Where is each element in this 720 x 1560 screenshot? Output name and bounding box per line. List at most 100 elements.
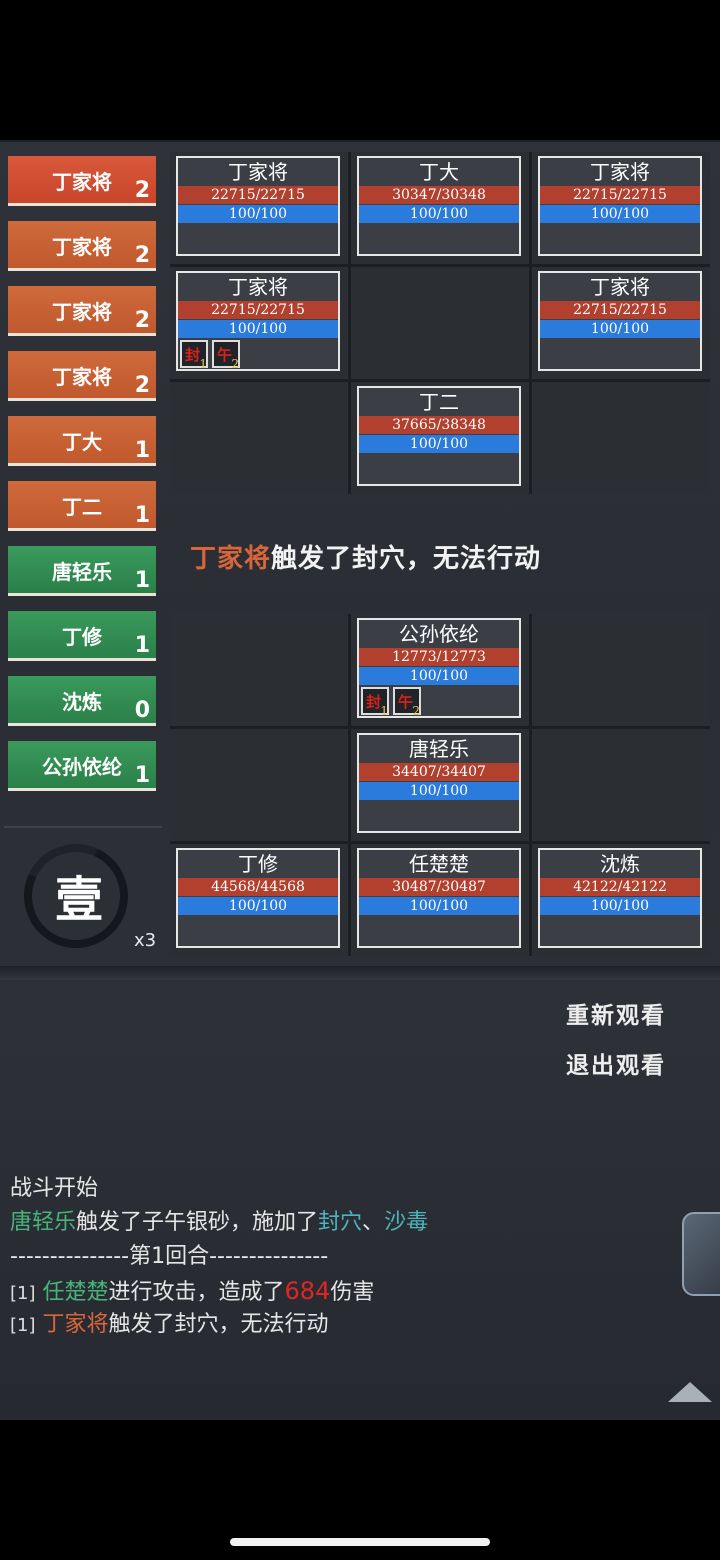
unit-card[interactable]: 丁家将 22715/22715 100/100 封 1 午 2 [176,271,340,371]
hp-bar: 42122/42122 [540,878,700,896]
unit-name: 沈炼 [600,852,640,876]
log-skill: 沙毒 [384,1210,429,1235]
grid-cell[interactable]: 丁家将 22715/22715 100/100 [532,152,710,264]
log-index: [1] [10,1315,36,1336]
grid-cell[interactable]: 丁二 37665/38348 100/100 [351,382,529,494]
unit-name: 丁家将 [590,275,650,299]
turn-order-item[interactable]: 丁家将 2 [8,221,156,271]
log-text: 、 [362,1210,385,1235]
turn-order-item[interactable]: 丁修 1 [8,611,156,661]
hp-bar: 22715/22715 [540,186,700,204]
turn-order-item[interactable]: 丁家将 2 [8,156,156,206]
status-effect-icon[interactable]: 午2 [212,340,240,371]
turn-order-item[interactable]: 公孙依纶 1 [8,741,156,791]
unit-card[interactable]: 丁家将 22715/22715 100/100 [538,271,702,371]
message-text: 触发了封穴，无法行动 [271,544,542,574]
turn-order-item[interactable]: 丁家将 2 [8,286,156,336]
unit-name: 公孙依纶 [399,622,479,646]
grid-cell[interactable]: 沈炼 42122/42122 100/100 [532,844,710,956]
hp-bar: 22715/22715 [178,301,338,319]
status-effect-icon[interactable]: 封1 [361,687,389,718]
grid-cell[interactable] [532,382,710,494]
unit-card[interactable]: 任楚楚 30487/30487 100/100 [357,848,521,948]
unit-card[interactable]: 丁二 37665/38348 100/100 [357,386,521,486]
grid-cell[interactable] [170,729,348,841]
unit-name: 丁家将 [590,160,650,184]
turn-order-count: 1 [134,503,150,528]
unit-name: 丁大 [419,160,459,184]
unit-card[interactable]: 丁大 30347/30348 100/100 [357,156,521,256]
grid-cell[interactable] [532,614,710,726]
hp-bar: 22715/22715 [178,186,338,204]
turn-order-count: 1 [134,568,150,593]
mp-bar: 100/100 [178,205,338,223]
replay-button[interactable]: 重新观看 [566,996,666,1030]
status-stack: 2 [412,704,420,718]
unit-name: 任楚楚 [409,852,469,876]
grid-cell[interactable]: 唐轻乐 34407/34407 100/100 [351,729,529,841]
mp-bar: 100/100 [540,897,700,915]
log-line: 战斗开始 [10,1176,99,1201]
turn-order-count: 2 [134,243,150,268]
battle-log: 战斗开始 唐轻乐触发了子午银砂，施加了封穴、沙毒 ---------------… [10,1172,700,1342]
status-effect-icon[interactable]: 午2 [393,687,421,718]
mp-bar: 100/100 [359,435,519,453]
hp-bar: 44568/44568 [178,878,338,896]
turn-order-item[interactable]: 丁二 1 [8,481,156,531]
grid-cell[interactable]: 丁大 30347/30348 100/100 [351,152,529,264]
log-line: [1] 任楚楚进行攻击，造成了684伤害 [10,1274,700,1308]
status-glyph: 午 [398,693,414,711]
speed-toggle[interactable]: x3 [134,930,156,951]
grid-cell[interactable]: 丁家将 22715/22715 100/100 [532,267,710,379]
turn-order-count: 0 [134,698,150,723]
battle-message: 丁家将触发了封穴，无法行动 [190,538,541,575]
grid-cell[interactable]: 公孙依纶 12773/12773 100/100 封 1 午 2 [351,614,529,726]
unit-card[interactable]: 丁修 44568/44568 100/100 [176,848,340,948]
turn-order-count: 1 [134,633,150,658]
grid-cell[interactable] [351,267,529,379]
unit-card[interactable]: 丁家将 22715/22715 100/100 [538,156,702,256]
panel-divider [0,966,720,980]
status-glyph: 午 [217,346,233,364]
unit-card[interactable]: 唐轻乐 34407/34407 100/100 [357,733,521,833]
grid-cell[interactable]: 丁家将 22715/22715 100/100 封 1 午 2 [170,267,348,379]
turn-order-item[interactable]: 丁大 1 [8,416,156,466]
grid-cell[interactable] [170,614,348,726]
log-actor: 任楚楚 [42,1280,109,1305]
unit-card[interactable]: 公孙依纶 12773/12773 100/100 封 1 午 2 [357,618,521,718]
grid-cell[interactable] [532,729,710,841]
exit-watch-button[interactable]: 退出观看 [566,1046,666,1080]
home-indicator[interactable] [230,1538,490,1546]
unit-name: 丁二 [419,390,459,414]
turn-order-item[interactable]: 唐轻乐 1 [8,546,156,596]
unit-card[interactable]: 丁家将 22715/22715 100/100 [176,156,340,256]
round-number: 壹 [54,872,103,928]
mp-bar: 100/100 [178,897,338,915]
status-stack: 1 [380,704,388,718]
ally-formation-grid: 公孙依纶 12773/12773 100/100 封 1 午 2 唐轻乐 34407/34407… [170,614,710,956]
turn-order-list[interactable]: 丁家将 2 丁家将 2 丁家将 2 丁家将 2 丁大 1 丁二 1 唐轻乐 1 丁修 1 沈炼 0 公孙依纶 1 [8,156,156,806]
log-line: 唐轻乐触发了子午银砂，施加了封穴、沙毒 [10,1206,700,1240]
hp-bar: 30487/30487 [359,878,519,896]
grid-cell[interactable]: 任楚楚 30487/30487 100/100 [351,844,529,956]
mp-bar: 100/100 [359,897,519,915]
turn-order-item[interactable]: 丁家将 2 [8,351,156,401]
unit-name: 唐轻乐 [409,737,469,761]
hp-bar: 37665/38348 [359,416,519,434]
unit-card[interactable]: 沈炼 42122/42122 100/100 [538,848,702,948]
log-index: [1] [10,1283,36,1304]
turn-order-item[interactable]: 沈炼 0 [8,676,156,726]
mp-bar: 100/100 [540,205,700,223]
top-divider [0,140,720,142]
message-actor: 丁家将 [190,544,272,574]
turn-order-count: 2 [134,373,150,398]
grid-cell[interactable] [170,382,348,494]
side-avatar-icon[interactable] [682,1212,720,1296]
grid-cell[interactable]: 丁家将 22715/22715 100/100 [170,152,348,264]
turn-order-count: 2 [134,308,150,333]
turn-order-count: 1 [134,763,150,788]
status-effect-icon[interactable]: 封1 [180,340,208,371]
unit-name: 丁家将 [228,160,288,184]
grid-cell[interactable]: 丁修 44568/44568 100/100 [170,844,348,956]
collapse-arrow-icon[interactable] [668,1382,712,1402]
